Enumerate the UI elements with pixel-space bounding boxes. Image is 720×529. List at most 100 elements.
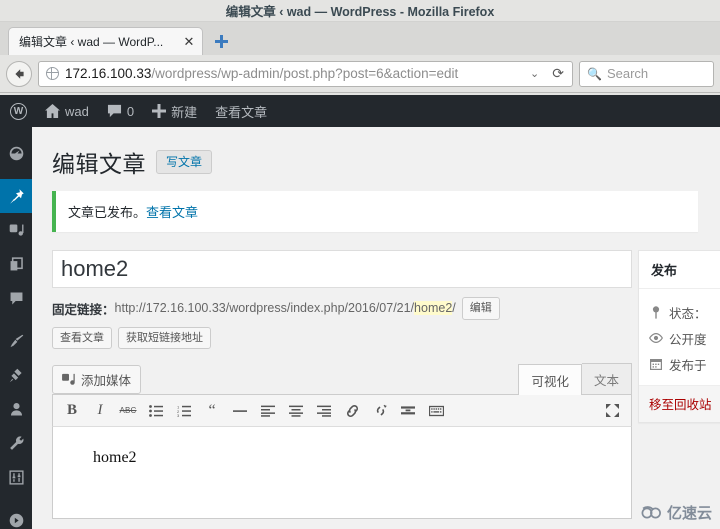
window-title: 编辑文章 ‹ wad — WordPress - Mozilla Firefox bbox=[225, 5, 495, 19]
add-new-post-button[interactable]: 写文章 bbox=[156, 149, 213, 175]
fullscreen-icon[interactable] bbox=[599, 398, 625, 424]
pin-marker-icon bbox=[649, 305, 663, 319]
tab-text[interactable]: 文本 bbox=[581, 363, 632, 394]
window-titlebar: 编辑文章 ‹ wad — WordPress - Mozilla Firefox bbox=[0, 0, 720, 22]
search-icon: 🔍 bbox=[587, 66, 602, 81]
adminbar-view-post[interactable]: 查看文章 bbox=[206, 95, 276, 127]
sidebar-item-media[interactable] bbox=[0, 213, 32, 247]
permalink-label: 固定链接： bbox=[52, 302, 115, 317]
new-tab-icon[interactable] bbox=[208, 28, 234, 54]
editor-mode-tabs: 可视化 文本 bbox=[518, 363, 632, 395]
wrench-icon bbox=[9, 435, 23, 450]
strikethrough-icon[interactable]: ABC bbox=[115, 398, 141, 424]
sidebar-item-appearance[interactable] bbox=[0, 324, 32, 358]
sidebar-item-dashboard[interactable] bbox=[0, 136, 32, 170]
sidebar-item-tools[interactable] bbox=[0, 426, 32, 460]
align-center-icon[interactable] bbox=[283, 398, 309, 424]
sidebar-item-settings[interactable] bbox=[0, 460, 32, 494]
tab-visual[interactable]: 可视化 bbox=[518, 364, 582, 395]
sidebar-item-users[interactable] bbox=[0, 392, 32, 426]
url-path: /wordpress/wp-admin/post.php?post=6&acti… bbox=[151, 66, 459, 81]
permalink-row: 固定链接： http://172.16.100.33/wordpress/inde… bbox=[52, 297, 632, 320]
publish-visibility-row[interactable]: 公开度 bbox=[649, 325, 720, 351]
globe-icon bbox=[45, 66, 59, 80]
remove-link-icon[interactable] bbox=[367, 398, 393, 424]
permalink-actions: 查看文章 获取短链接地址 bbox=[52, 326, 632, 349]
svg-text:3: 3 bbox=[177, 413, 180, 417]
post-editor-layout: 固定链接：http://172.16.100.33/wordpress/inde… bbox=[52, 250, 720, 519]
page-title: 编辑文章 bbox=[52, 151, 146, 177]
add-media-label: 添加媒体 bbox=[81, 374, 132, 388]
url-domain: 172.16.100.33 bbox=[65, 66, 152, 81]
plus-icon bbox=[214, 34, 228, 48]
toolbar-toggle-icon[interactable] bbox=[423, 398, 449, 424]
adminbar-comments[interactable]: 0 bbox=[98, 95, 143, 127]
plug-icon bbox=[9, 368, 22, 382]
wp-logo-circle: W bbox=[10, 102, 27, 120]
pin-icon bbox=[9, 188, 24, 204]
reload-icon[interactable]: ⟳ bbox=[549, 65, 567, 82]
tab-strip: 编辑文章 ‹ wad — WordP... ✕ bbox=[0, 22, 720, 55]
align-left-icon[interactable] bbox=[255, 398, 281, 424]
add-media-button[interactable]: 添加媒体 bbox=[52, 365, 142, 394]
notice-view-post-link[interactable]: 查看文章 bbox=[146, 205, 198, 220]
editor-content-area[interactable]: home2 bbox=[52, 427, 632, 519]
eye-icon bbox=[649, 333, 663, 343]
comment-count: 0 bbox=[126, 103, 135, 119]
search-bar[interactable]: 🔍 Search bbox=[579, 60, 714, 87]
editor-toolbar: B I ABC 123 “ bbox=[52, 394, 632, 427]
horizontal-rule-icon[interactable] bbox=[227, 398, 253, 424]
sidebar-item-posts[interactable] bbox=[0, 179, 32, 213]
editor-top-row: 添加媒体 可视化 文本 bbox=[52, 363, 632, 395]
menu-spacer bbox=[0, 170, 32, 179]
sidebar-item-collapse[interactable] bbox=[0, 503, 32, 529]
bold-icon[interactable]: B bbox=[59, 398, 85, 424]
close-icon[interactable]: ✕ bbox=[182, 35, 196, 49]
media-icon bbox=[9, 224, 23, 236]
publish-date-row[interactable]: 发布于 bbox=[649, 351, 720, 377]
sidebar-item-comments[interactable] bbox=[0, 281, 32, 315]
publish-box-body: 状态： 公开度 发布于 bbox=[639, 289, 720, 377]
calendar-icon bbox=[649, 358, 663, 370]
sliders-icon bbox=[8, 469, 24, 485]
chevron-down-icon[interactable]: ⌄ bbox=[526, 67, 543, 80]
back-button[interactable] bbox=[6, 60, 32, 87]
page-header: 编辑文章 写文章 bbox=[52, 145, 720, 179]
align-right-icon[interactable] bbox=[311, 398, 337, 424]
italic-icon[interactable]: I bbox=[87, 398, 113, 424]
back-arrow-icon bbox=[15, 68, 24, 79]
menu-spacer bbox=[0, 315, 32, 324]
url-bar[interactable]: 172.16.100.33/wordpress/wp-admin/post.ph… bbox=[38, 60, 573, 87]
comment-bubble-icon bbox=[10, 292, 22, 304]
menu-spacer bbox=[0, 494, 32, 503]
post-body-column: 固定链接：http://172.16.100.33/wordpress/inde… bbox=[52, 250, 632, 519]
plus-icon bbox=[152, 104, 167, 118]
sidebar-item-pages[interactable] bbox=[0, 247, 32, 281]
adminbar-new[interactable]: 新建 bbox=[143, 95, 206, 127]
publish-box: 发布 状态： 公开度 发布于 移至回收站 bbox=[638, 250, 720, 423]
post-sidebar-column: 发布 状态： 公开度 发布于 移至回收站 bbox=[638, 250, 720, 519]
adminbar-site-name[interactable]: wad bbox=[36, 95, 98, 127]
wrap: 编辑文章 写文章 文章已发布。查看文章 固定链接：http://172.16.1… bbox=[32, 127, 720, 519]
wp-logo-icon[interactable]: W bbox=[0, 102, 36, 120]
wp-content-area: 编辑文章 写文章 文章已发布。查看文章 固定链接：http://172.16.1… bbox=[32, 127, 720, 529]
wp-admin-menu bbox=[0, 127, 32, 529]
publish-status-row[interactable]: 状态： bbox=[649, 299, 720, 325]
sidebar-item-plugins[interactable] bbox=[0, 358, 32, 392]
browser-tab[interactable]: 编辑文章 ‹ wad — WordP... ✕ bbox=[8, 27, 203, 55]
post-title-input[interactable] bbox=[52, 250, 632, 288]
bulleted-list-icon[interactable] bbox=[143, 398, 169, 424]
search-input[interactable]: Search bbox=[607, 66, 648, 81]
edit-slug-button[interactable]: 编辑 bbox=[461, 297, 500, 320]
move-to-trash-link[interactable]: 移至回收站 bbox=[649, 398, 712, 412]
publish-box-footer: 移至回收站 bbox=[639, 385, 720, 422]
watermark: 亿速云 bbox=[641, 502, 712, 523]
get-shortlink-button[interactable]: 获取短链接地址 bbox=[118, 326, 211, 349]
insert-more-tag-icon[interactable] bbox=[395, 398, 421, 424]
numbered-list-icon[interactable]: 123 bbox=[171, 398, 197, 424]
wordpress-admin: W wad 0 新建 查看文章 编辑文章 写文章 文章已发布。查看文章 home… bbox=[0, 95, 720, 529]
insert-link-icon[interactable] bbox=[339, 398, 365, 424]
publish-status-label: 状态： bbox=[669, 306, 707, 321]
blockquote-icon[interactable]: “ bbox=[199, 398, 225, 424]
view-post-button[interactable]: 查看文章 bbox=[52, 326, 112, 349]
